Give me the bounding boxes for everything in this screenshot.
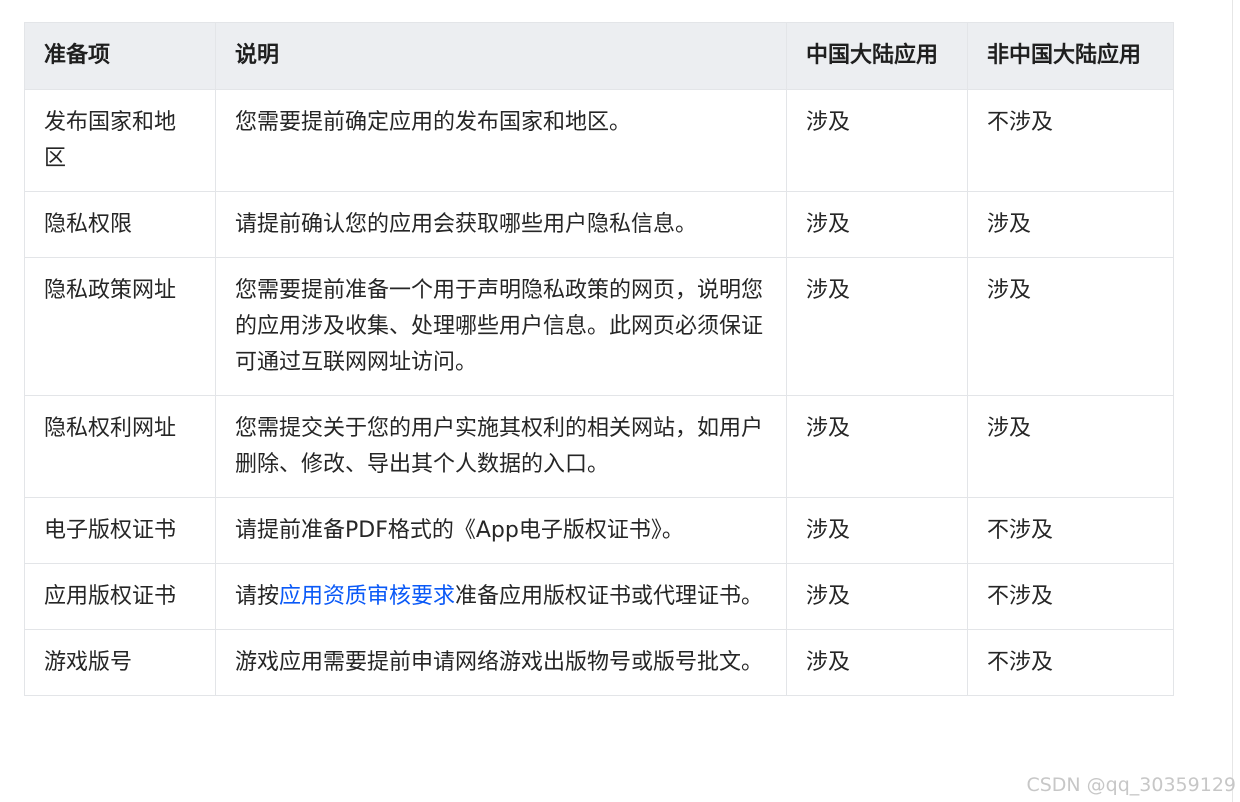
qualification-review-link[interactable]: 应用资质审核要求 xyxy=(279,584,455,609)
page: 准备项 说明 中国大陆应用 非中国大陆应用 发布国家和地区 您需要提前确定应用的… xyxy=(0,0,1240,802)
header-mainland-china: 中国大陆应用 xyxy=(786,22,968,90)
cell-description: 请按应用资质审核要求准备应用版权证书或代理证书。 xyxy=(215,563,787,630)
cell-item: 隐私权利网址 xyxy=(24,395,216,498)
cell-description: 您需要提前确定应用的发布国家和地区。 xyxy=(215,89,787,192)
cell-non-mainland: 不涉及 xyxy=(967,89,1174,192)
watermark: CSDN @qq_30359129 xyxy=(1026,774,1236,796)
description-text: 准备应用版权证书或代理证书。 xyxy=(455,584,764,609)
requirements-table: 准备项 说明 中国大陆应用 非中国大陆应用 发布国家和地区 您需要提前确定应用的… xyxy=(24,22,1174,696)
cell-description: 您需要提前准备一个用于声明隐私政策的网页，说明您的应用涉及收集、处理哪些用户信息… xyxy=(215,257,787,396)
header-row: 准备项 说明 中国大陆应用 非中国大陆应用 xyxy=(24,22,1174,90)
cell-mainland: 涉及 xyxy=(786,257,968,396)
table-row: 应用版权证书 请按应用资质审核要求准备应用版权证书或代理证书。 涉及 不涉及 xyxy=(24,563,1174,630)
description-text: 请按 xyxy=(235,584,280,609)
table-row: 隐私政策网址 您需要提前准备一个用于声明隐私政策的网页，说明您的应用涉及收集、处… xyxy=(24,257,1174,396)
description-text: 请提前准备PDF格式的《App电子版权证书》。 xyxy=(235,518,684,543)
cell-item: 隐私权限 xyxy=(24,191,216,258)
cell-mainland: 涉及 xyxy=(786,497,968,564)
cell-item: 发布国家和地区 xyxy=(24,89,216,192)
description-text: 请提前确认您的应用会获取哪些用户隐私信息。 xyxy=(235,212,698,237)
cell-mainland: 涉及 xyxy=(786,89,968,192)
cell-non-mainland: 不涉及 xyxy=(967,497,1174,564)
table-header: 准备项 说明 中国大陆应用 非中国大陆应用 xyxy=(24,22,1174,90)
page-edge-divider xyxy=(1232,0,1233,802)
cell-mainland: 涉及 xyxy=(786,629,968,696)
cell-mainland: 涉及 xyxy=(786,563,968,630)
cell-non-mainland: 涉及 xyxy=(967,191,1174,258)
cell-mainland: 涉及 xyxy=(786,395,968,498)
table-body: 发布国家和地区 您需要提前确定应用的发布国家和地区。 涉及 不涉及 隐私权限 请… xyxy=(24,89,1174,696)
table-row: 发布国家和地区 您需要提前确定应用的发布国家和地区。 涉及 不涉及 xyxy=(24,89,1174,192)
cell-description: 游戏应用需要提前申请网络游戏出版物号或版号批文。 xyxy=(215,629,787,696)
cell-non-mainland: 不涉及 xyxy=(967,629,1174,696)
description-text: 您需要提前准备一个用于声明隐私政策的网页，说明您的应用涉及收集、处理哪些用户信息… xyxy=(235,278,764,375)
table-row: 电子版权证书 请提前准备PDF格式的《App电子版权证书》。 涉及 不涉及 xyxy=(24,497,1174,564)
header-description: 说明 xyxy=(215,22,787,90)
table-row: 隐私权利网址 您需提交关于您的用户实施其权利的相关网站，如用户删除、修改、导出其… xyxy=(24,395,1174,498)
cell-description: 请提前准备PDF格式的《App电子版权证书》。 xyxy=(215,497,787,564)
description-text: 您需要提前确定应用的发布国家和地区。 xyxy=(235,110,632,135)
cell-non-mainland: 不涉及 xyxy=(967,563,1174,630)
cell-item: 隐私政策网址 xyxy=(24,257,216,396)
table-row: 隐私权限 请提前确认您的应用会获取哪些用户隐私信息。 涉及 涉及 xyxy=(24,191,1174,258)
cell-item: 游戏版号 xyxy=(24,629,216,696)
cell-item: 电子版权证书 xyxy=(24,497,216,564)
cell-non-mainland: 涉及 xyxy=(967,257,1174,396)
cell-non-mainland: 涉及 xyxy=(967,395,1174,498)
table-row: 游戏版号 游戏应用需要提前申请网络游戏出版物号或版号批文。 涉及 不涉及 xyxy=(24,629,1174,696)
header-item: 准备项 xyxy=(24,22,216,90)
description-text: 游戏应用需要提前申请网络游戏出版物号或版号批文。 xyxy=(235,650,764,675)
description-text: 您需提交关于您的用户实施其权利的相关网站，如用户删除、修改、导出其个人数据的入口… xyxy=(235,416,764,477)
cell-mainland: 涉及 xyxy=(786,191,968,258)
cell-item: 应用版权证书 xyxy=(24,563,216,630)
cell-description: 您需提交关于您的用户实施其权利的相关网站，如用户删除、修改、导出其个人数据的入口… xyxy=(215,395,787,498)
header-non-mainland-china: 非中国大陆应用 xyxy=(967,22,1174,90)
cell-description: 请提前确认您的应用会获取哪些用户隐私信息。 xyxy=(215,191,787,258)
